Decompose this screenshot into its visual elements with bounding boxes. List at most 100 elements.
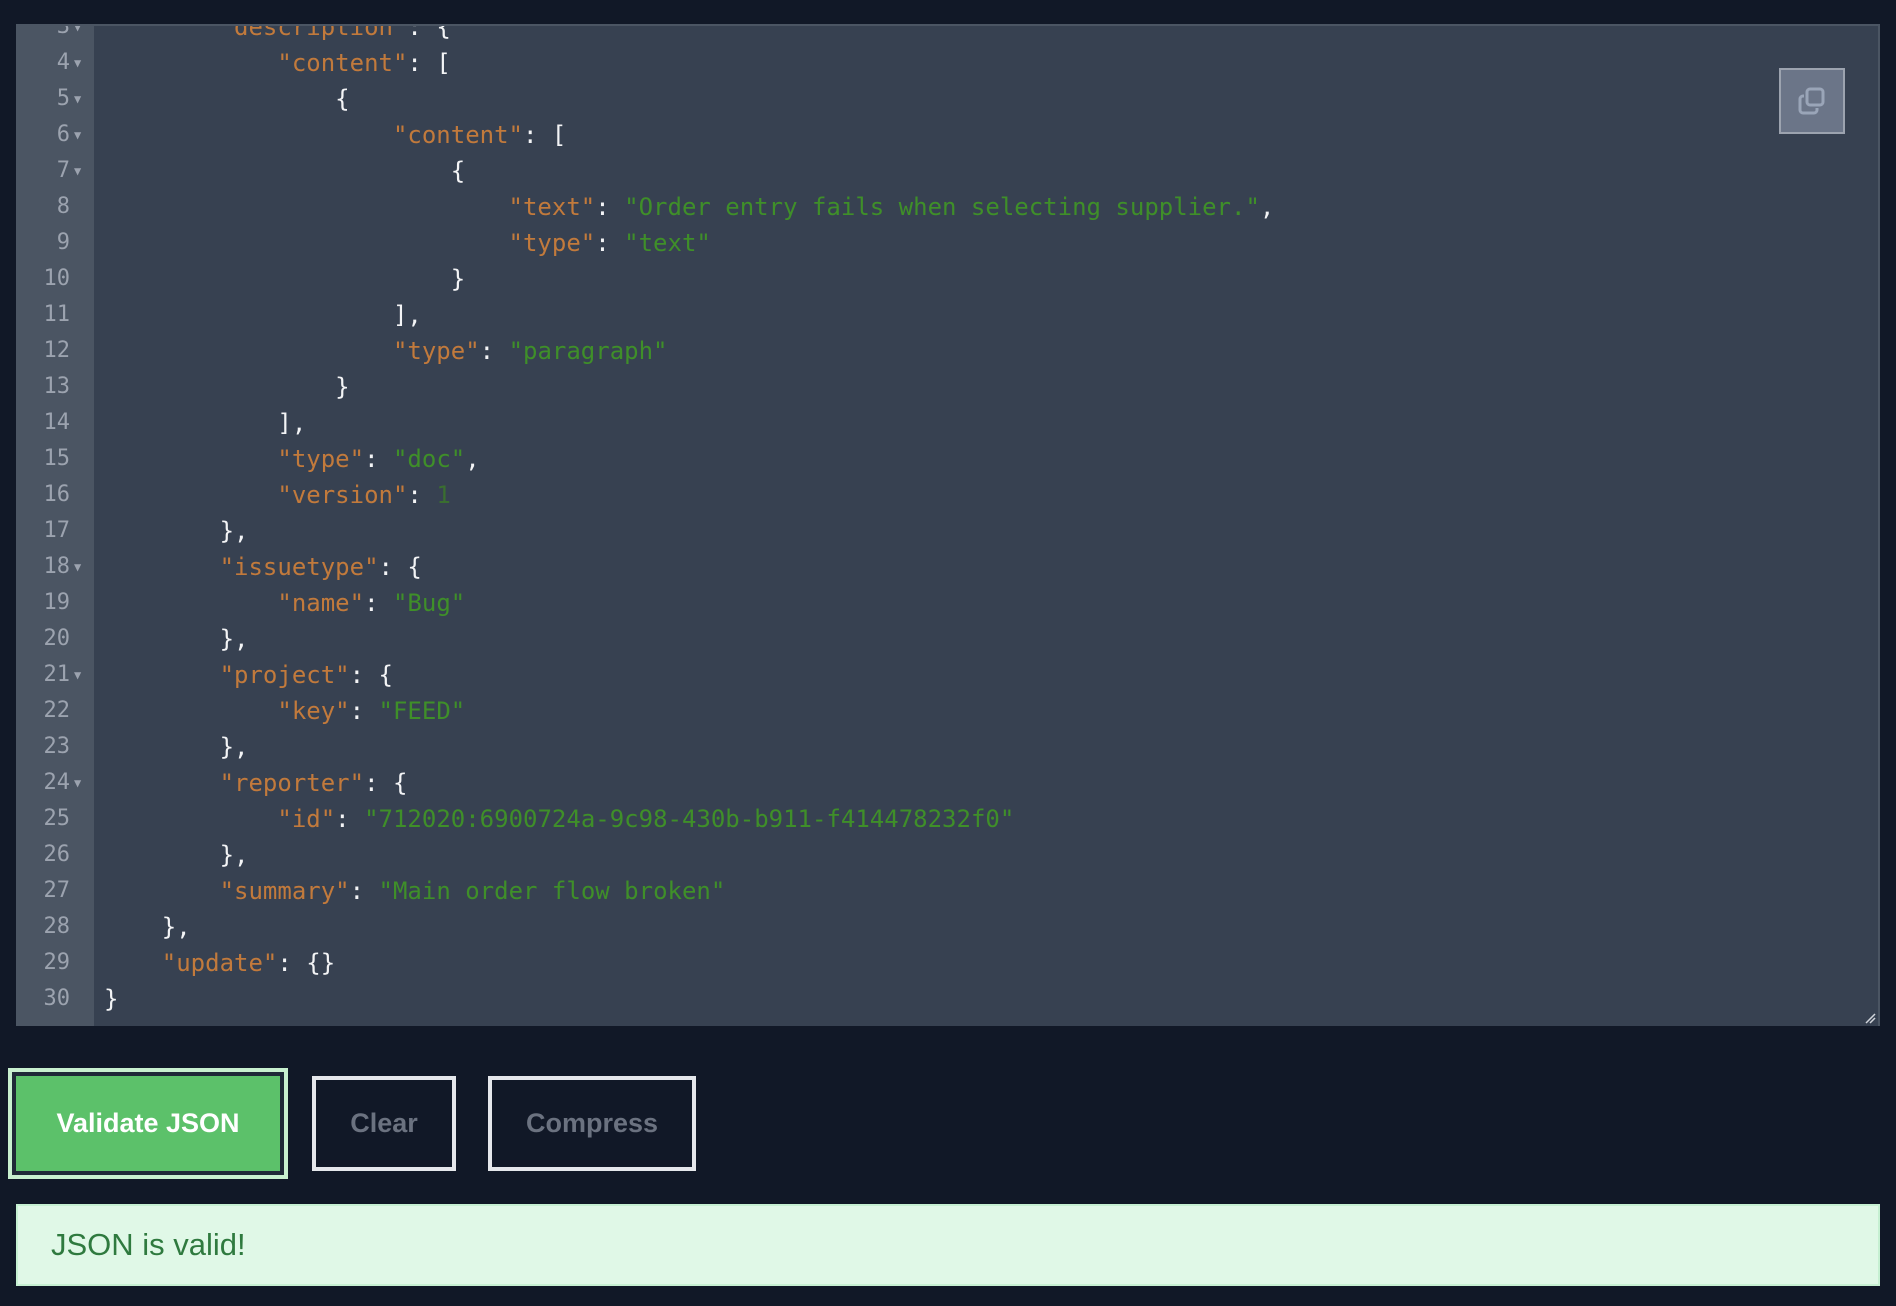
fold-arrow-icon[interactable]: ▼ — [74, 765, 81, 801]
line-number: 18 — [43, 554, 71, 579]
json-key: "type" — [508, 229, 596, 257]
code-line: 9 "type": "text" — [16, 225, 1878, 261]
compress-button[interactable]: Compress — [488, 1076, 696, 1171]
code-text: "text": "Order entry fails when selectin… — [104, 189, 1275, 225]
code-text: "content": [ — [104, 117, 566, 153]
line-number: 5 — [56, 86, 70, 111]
code-text: "version": 1 — [104, 477, 450, 513]
code-line: 23}, — [16, 729, 1878, 765]
code-line: 19 "name": "Bug" — [16, 585, 1878, 621]
line-number: 27 — [43, 878, 71, 903]
code-text: } — [104, 981, 118, 1017]
code-text: ], — [104, 405, 306, 441]
line-number: 13 — [43, 374, 71, 399]
code-line: 14], — [16, 405, 1878, 441]
line-number: 19 — [43, 590, 71, 615]
code-text: { — [104, 153, 465, 189]
code-line: 18 ▼ "issuetype": { — [16, 549, 1878, 585]
json-punctuation: : — [407, 481, 437, 509]
code-line: 16 "version": 1 — [16, 477, 1878, 513]
json-punctuation: }, — [219, 625, 249, 653]
json-punctuation: : — [349, 697, 379, 725]
clear-button[interactable]: Clear — [312, 1076, 456, 1171]
json-key: "update" — [161, 949, 278, 977]
line-number: 12 — [43, 338, 71, 363]
json-punctuation: : — [364, 589, 393, 617]
json-key: "name" — [277, 589, 365, 617]
code-line: 11], — [16, 297, 1878, 333]
code-line: 3 ▼ "description": { — [16, 26, 1878, 45]
code-line: 30} — [16, 981, 1878, 1017]
code-text: "content": [ — [104, 45, 450, 81]
code-line: 28}, — [16, 909, 1878, 945]
line-number: 28 — [43, 914, 71, 939]
json-punctuation: }, — [219, 733, 249, 761]
line-number: 6 — [56, 122, 70, 147]
resize-handle-icon[interactable] — [1864, 1012, 1876, 1024]
json-key: "text" — [508, 193, 596, 221]
code-text: "id": "712020:6900724a-9c98-430b-b911-f4… — [104, 801, 1014, 837]
fold-arrow-icon[interactable]: ▼ — [74, 153, 81, 189]
json-punctuation: : — [349, 877, 379, 905]
json-punctuation: } — [104, 985, 119, 1013]
code-text: "project": { — [104, 657, 393, 693]
code-text: "key": "FEED" — [104, 693, 465, 729]
validate-json-button[interactable]: Validate JSON — [8, 1068, 288, 1179]
json-punctuation: : { — [378, 553, 422, 581]
line-number: 29 — [43, 950, 71, 975]
json-punctuation: ], — [277, 409, 307, 437]
json-punctuation: : { — [364, 769, 408, 797]
code-lines[interactable]: 3 ▼ "description": {4 ▼ "content": [5 ▼{6 ▼ "co… — [16, 26, 1878, 1017]
code-text: "update": {} — [104, 945, 335, 981]
code-text: "reporter": { — [104, 765, 408, 801]
json-punctuation: } — [335, 373, 350, 401]
fold-arrow-icon[interactable]: ▼ — [74, 81, 81, 117]
json-string: "Bug" — [392, 589, 466, 617]
code-text: "issuetype": { — [104, 549, 422, 585]
code-text: } — [104, 369, 350, 405]
json-key: "type" — [392, 337, 480, 365]
code-line: 8 "text": "Order entry fails when selecti… — [16, 189, 1878, 225]
fold-arrow-icon[interactable]: ▼ — [74, 549, 81, 585]
line-number: 7 — [56, 158, 70, 183]
json-key: "issuetype" — [219, 553, 379, 581]
code-line: 4 ▼ "content": [ — [16, 45, 1878, 81]
line-number: 16 — [43, 482, 71, 507]
json-punctuation: , — [1259, 193, 1275, 221]
json-key: "id" — [277, 805, 336, 833]
json-key: "summary" — [219, 877, 350, 905]
fold-arrow-icon[interactable]: ▼ — [74, 45, 81, 81]
code-line: 17}, — [16, 513, 1878, 549]
copy-button[interactable] — [1779, 68, 1845, 134]
code-line: 24 ▼ "reporter": { — [16, 765, 1878, 801]
code-text: "type": "text" — [104, 225, 711, 261]
json-punctuation: : — [595, 193, 625, 221]
line-number: 10 — [43, 266, 71, 291]
code-line: 26}, — [16, 837, 1878, 873]
json-string: "Order entry fails when selecting suppli… — [624, 193, 1260, 221]
json-punctuation: : — [335, 805, 365, 833]
code-text: { — [104, 81, 349, 117]
json-punctuation: : — [479, 337, 509, 365]
line-number: 9 — [56, 230, 70, 255]
line-number: 15 — [43, 446, 71, 471]
fold-arrow-icon[interactable]: ▼ — [74, 26, 81, 45]
json-string: "text" — [624, 229, 711, 257]
code-line: 21 ▼ "project": { — [16, 657, 1878, 693]
copy-icon — [1798, 87, 1825, 115]
json-key: "version" — [277, 481, 408, 509]
json-key: "content" — [277, 49, 408, 77]
code-line: 10} — [16, 261, 1878, 297]
fold-arrow-icon[interactable]: ▼ — [74, 657, 81, 693]
json-punctuation: } — [450, 265, 466, 293]
fold-arrow-icon[interactable]: ▼ — [74, 117, 81, 153]
json-editor[interactable]: 3 ▼ "description": {4 ▼ "content": [5 ▼{6 ▼ "co… — [16, 24, 1880, 1026]
code-line: 13} — [16, 369, 1878, 405]
line-number: 25 — [43, 806, 71, 831]
code-text: }, — [104, 909, 191, 945]
status-text: JSON is valid! — [51, 1227, 246, 1262]
json-string: "712020:6900724a-9c98-430b-b911-f4144782… — [364, 805, 1015, 833]
json-punctuation: : — [364, 445, 393, 473]
code-text: }, — [104, 621, 249, 657]
code-line: 22 "key": "FEED" — [16, 693, 1878, 729]
